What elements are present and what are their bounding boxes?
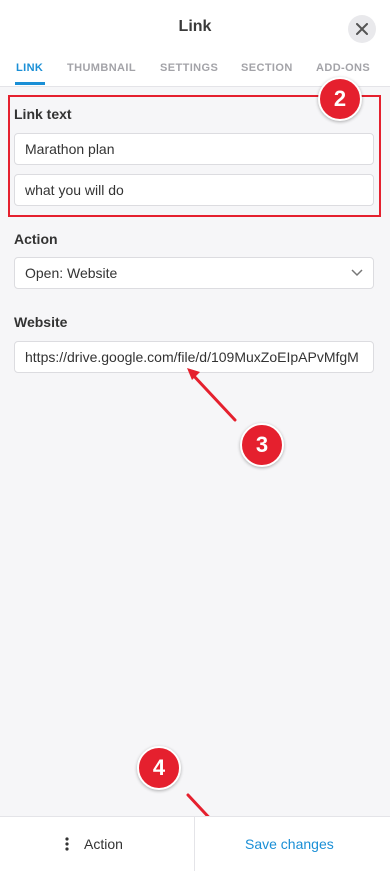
action-select[interactable]: Open: Website xyxy=(14,257,374,289)
save-changes-button[interactable]: Save changes xyxy=(195,817,390,871)
close-button[interactable] xyxy=(348,15,376,43)
action-menu-button[interactable]: Action xyxy=(0,817,194,871)
action-menu-label: Action xyxy=(84,836,123,852)
annotation-marker-3: 3 xyxy=(240,423,284,467)
website-input[interactable]: https://drive.google.com/file/d/109MuxZo… xyxy=(14,341,374,373)
close-icon xyxy=(356,23,368,35)
save-changes-label: Save changes xyxy=(245,836,334,852)
arrow-3-line xyxy=(190,372,237,422)
chevron-down-icon xyxy=(351,269,363,277)
tab-thumbnail[interactable]: THUMBNAIL xyxy=(67,62,136,74)
action-label: Action xyxy=(14,231,58,247)
panel-title: Link xyxy=(178,18,212,35)
action-select-value: Open: Website xyxy=(25,265,118,281)
panel-footer: Action Save changes xyxy=(0,816,390,871)
active-tab-indicator xyxy=(15,82,45,85)
tab-link[interactable]: LINK xyxy=(16,62,43,74)
more-vertical-icon xyxy=(65,837,69,851)
panel-header: Link LINK THUMBNAIL SETTINGS SECTION ADD… xyxy=(0,0,390,87)
tab-section[interactable]: SECTION xyxy=(241,62,293,74)
annotation-marker-2: 2 xyxy=(318,77,362,121)
annotation-marker-4: 4 xyxy=(137,746,181,790)
website-label: Website xyxy=(14,314,68,330)
tab-settings[interactable]: SETTINGS xyxy=(160,62,218,74)
tab-add-ons[interactable]: ADD-ONS xyxy=(316,62,370,74)
